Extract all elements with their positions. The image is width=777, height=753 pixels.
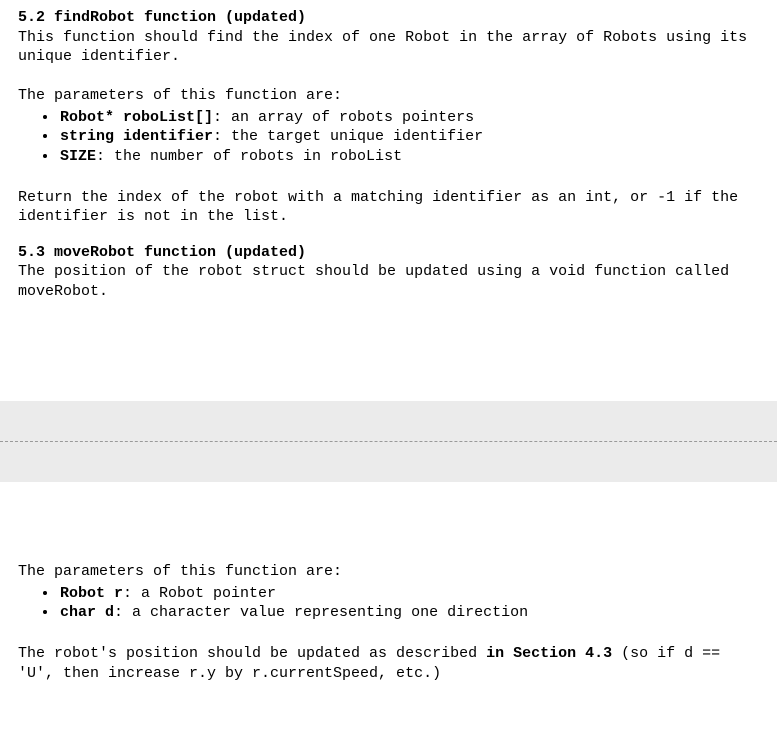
param-desc: : the target unique identifier	[213, 128, 483, 145]
param-list: Robot* roboList[]: an array of robots po…	[18, 108, 759, 167]
param-name: string identifier	[60, 128, 213, 145]
params-lead: The parameters of this function are:	[18, 86, 759, 106]
section-intro: The position of the robot struct should …	[18, 262, 759, 301]
section-5-2: 5.2 findRobot function (updated) This fu…	[18, 8, 759, 227]
param-desc: : the number of robots in roboList	[96, 148, 402, 165]
section-intro: This function should find the index of o…	[18, 28, 759, 67]
closing-line: The robot's position should be updated a…	[18, 644, 759, 683]
section-heading: 5.2 findRobot function (updated)	[18, 8, 759, 28]
closing-pre: The robot's position should be updated a…	[18, 645, 486, 662]
param-desc: : a Robot pointer	[123, 585, 276, 602]
param-name: Robot* roboList[]	[60, 109, 213, 126]
list-item: string identifier: the target unique ide…	[58, 127, 759, 147]
param-desc: : a character value representing one dir…	[114, 604, 528, 621]
list-item: Robot* roboList[]: an array of robots po…	[58, 108, 759, 128]
return-desc: Return the index of the robot with a mat…	[18, 188, 759, 227]
page-break	[0, 401, 777, 482]
list-item: char d: a character value representing o…	[58, 603, 759, 623]
document-page: 5.2 findRobot function (updated) This fu…	[0, 0, 777, 695]
page-break-line	[0, 441, 777, 442]
section-heading: 5.3 moveRobot function (updated)	[18, 243, 759, 263]
page-break-band	[0, 401, 777, 482]
list-item: Robot r: a Robot pointer	[58, 584, 759, 604]
upper-content: 5.2 findRobot function (updated) This fu…	[0, 0, 777, 301]
param-desc: : an array of robots pointers	[213, 109, 474, 126]
param-name: char d	[60, 604, 114, 621]
closing-bold: in Section 4.3	[486, 645, 612, 662]
param-name: Robot r	[60, 585, 123, 602]
param-name: SIZE	[60, 148, 96, 165]
list-item: SIZE: the number of robots in roboList	[58, 147, 759, 167]
param-list: Robot r: a Robot pointer char d: a chara…	[18, 584, 759, 623]
params-lead: The parameters of this function are:	[18, 562, 759, 582]
section-5-3-top: 5.3 moveRobot function (updated) The pos…	[18, 243, 759, 302]
lower-content: The parameters of this function are: Rob…	[0, 482, 777, 695]
